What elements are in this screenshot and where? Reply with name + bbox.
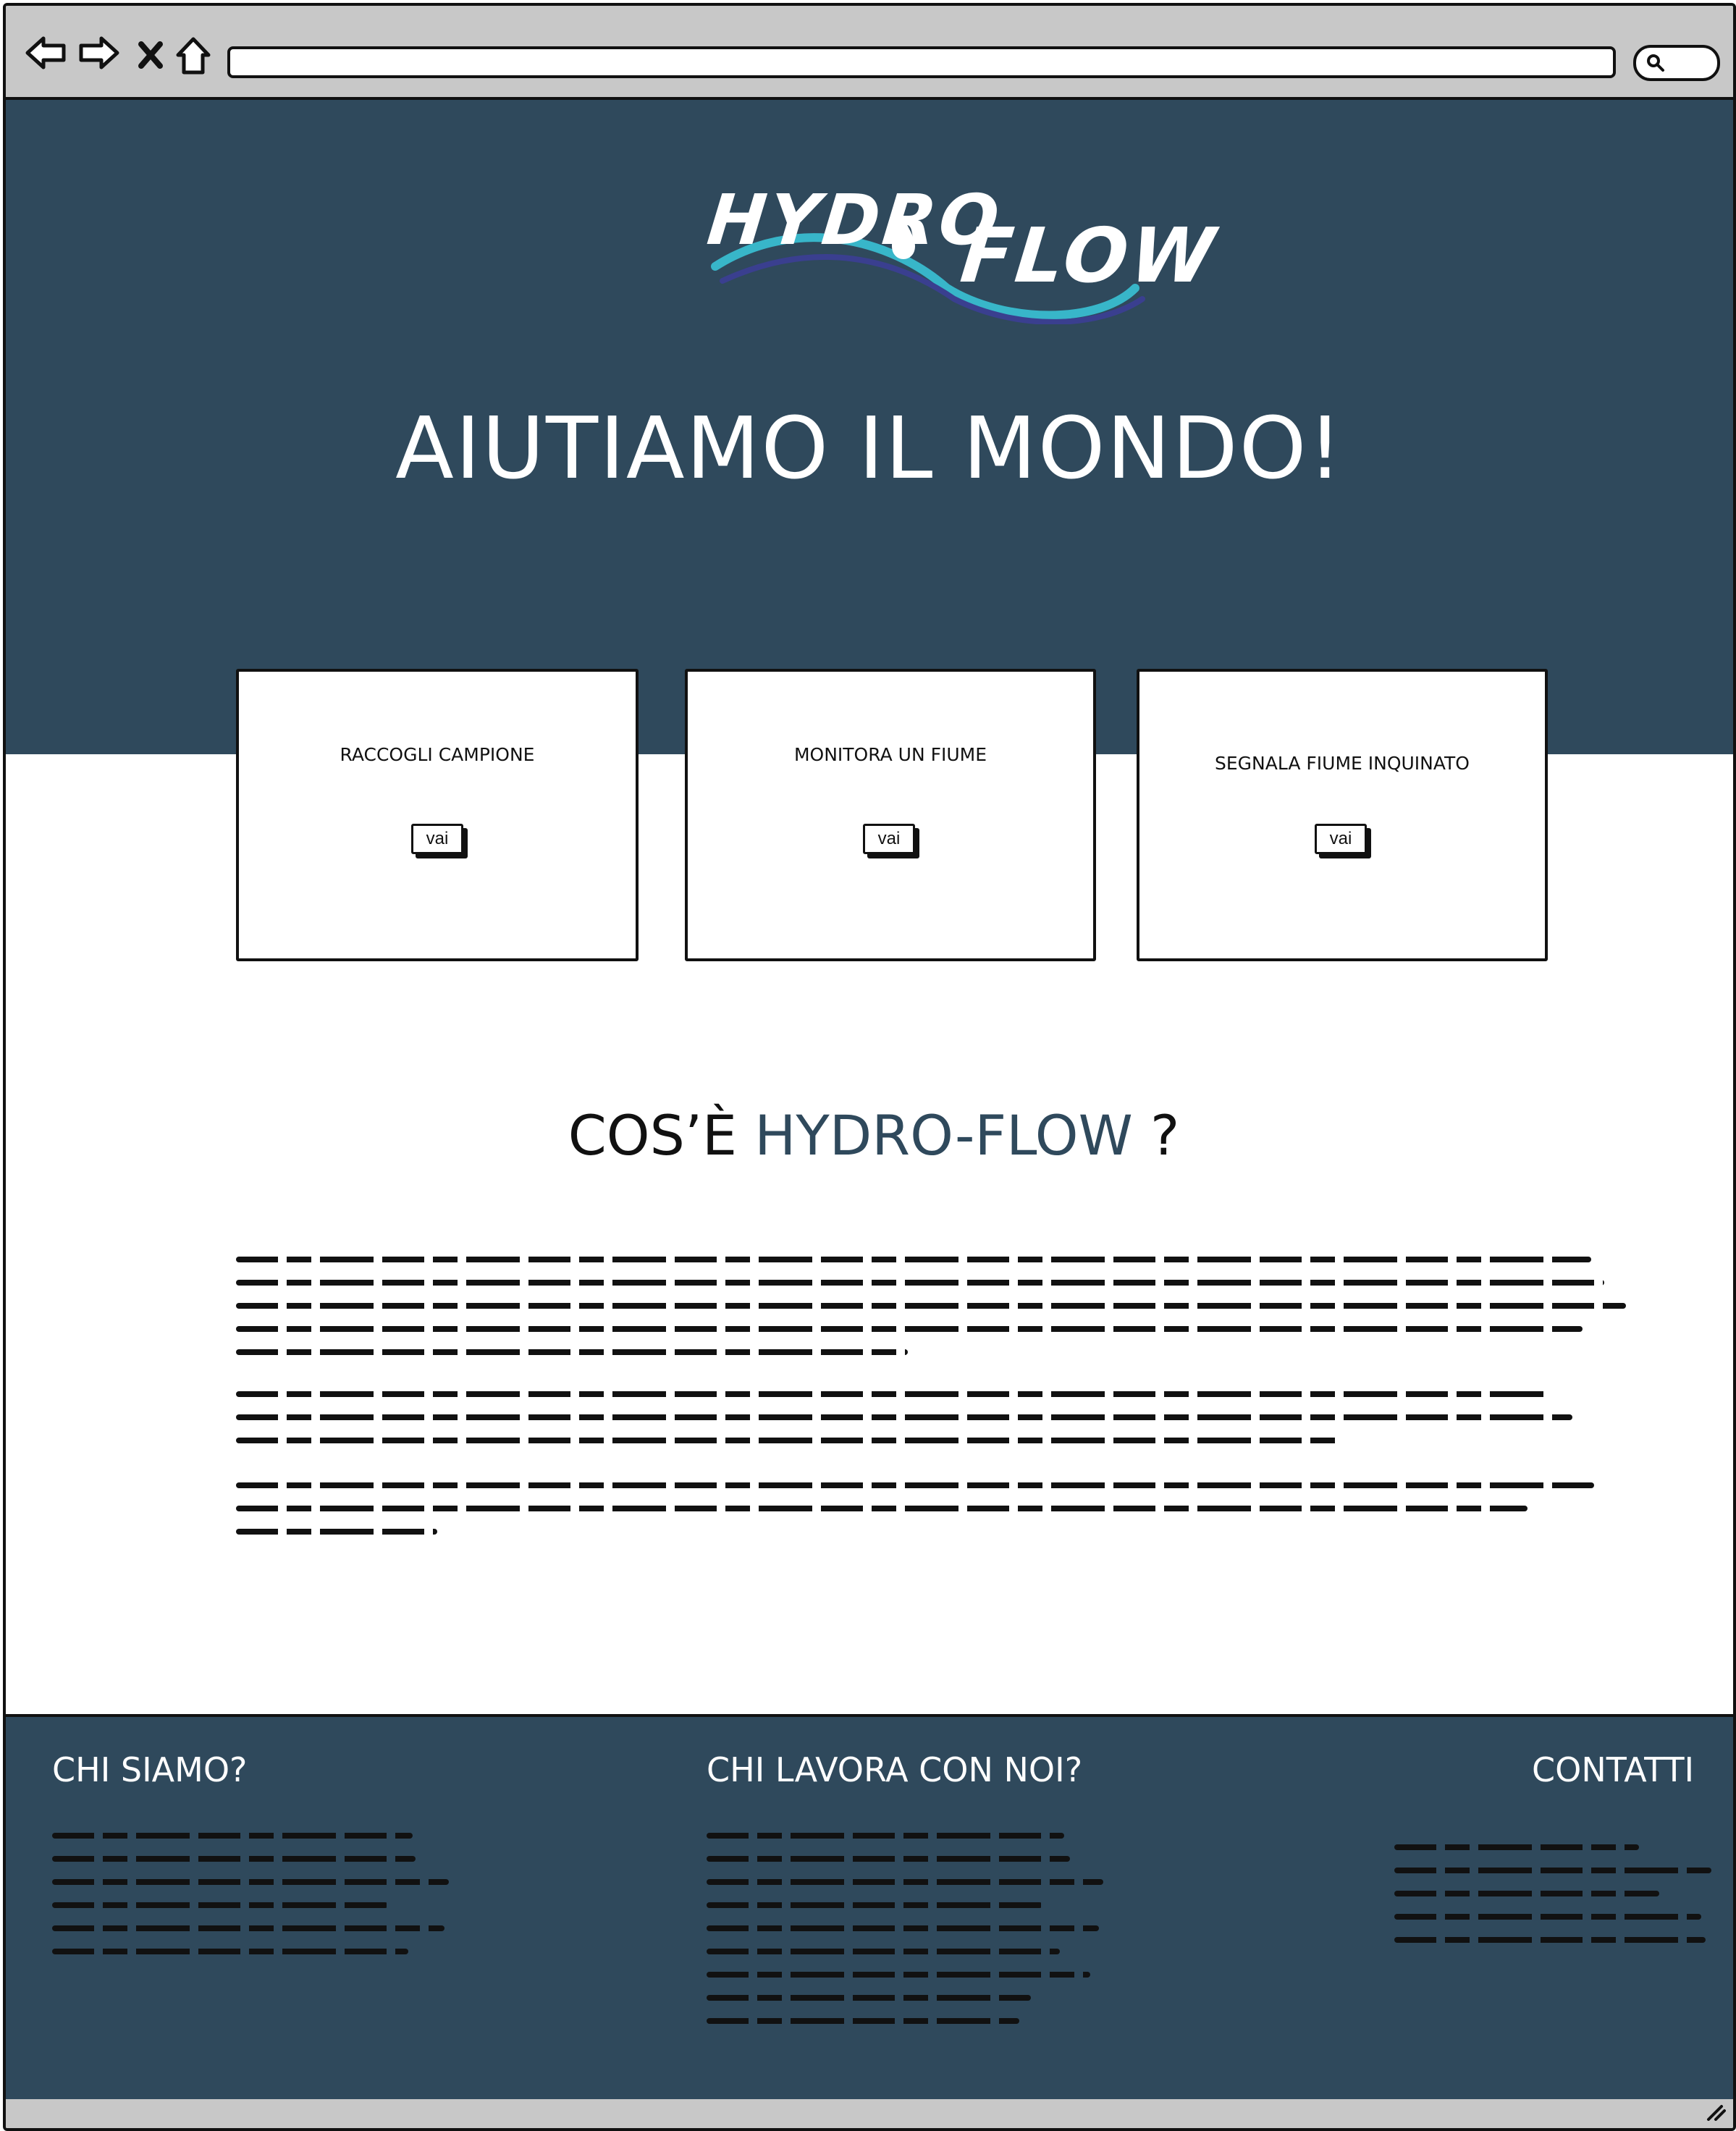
logo-text-hydro: HYDRO: [704, 180, 1006, 261]
about-title-accent: HYDRO-FLOW: [754, 1103, 1133, 1168]
browser-search-button[interactable]: [1633, 45, 1720, 81]
card-monitora-fiume: MONITORA UN FIUME vai: [685, 669, 1096, 961]
card-raccogli-campione: RACCOGLI CAMPIONE vai: [236, 669, 639, 961]
footer-title-contatti[interactable]: CONTATTI: [1532, 1750, 1694, 1789]
hero-title: AIUTIAMO IL MONDO!: [395, 398, 1344, 498]
logo-text-flow: FLOW: [956, 211, 1222, 300]
browser-status-bar: [6, 2099, 1733, 2128]
footer-text-chi-lavora: [707, 1833, 1112, 2043]
vai-button[interactable]: vai: [863, 824, 915, 854]
browser-toolbar: [6, 6, 1733, 100]
footer-title-chi-lavora[interactable]: CHI LAVORA CON NOI?: [707, 1750, 1082, 1789]
card-title: SEGNALA FIUME INQUINATO: [1215, 753, 1470, 774]
search-icon: [1647, 54, 1664, 72]
about-paragraph-1: [236, 1257, 1626, 1358]
footer: CHI SIAMO? CHI LAVORA CON NOI? CONTATTI: [6, 1714, 1733, 2102]
about-paragraph-3: [236, 1482, 1611, 1562]
footer-text-chi-siamo: [52, 1833, 458, 1978]
browser-window: HYDRO FLOW AIUTIAMO IL MONDO! RACCOGLI C…: [3, 3, 1736, 2131]
close-icon[interactable]: [138, 41, 164, 69]
hero-section: HYDRO FLOW AIUTIAMO IL MONDO!: [6, 100, 1733, 754]
about-title-suffix: ?: [1150, 1103, 1180, 1168]
card-segnala-fiume: SEGNALA FIUME INQUINATO vai: [1137, 669, 1548, 961]
footer-title-chi-siamo[interactable]: CHI SIAMO?: [52, 1750, 247, 1789]
card-title: MONITORA UN FIUME: [793, 744, 987, 765]
forward-arrow-icon[interactable]: [78, 35, 120, 71]
about-title: COS’È HYDRO-FLOW ?: [6, 1103, 1733, 1168]
url-input[interactable]: [227, 46, 1616, 78]
card-title: RACCOGLI CAMPIONE: [340, 744, 535, 765]
vai-button[interactable]: vai: [1315, 824, 1367, 854]
hydro-flow-logo[interactable]: HYDRO FLOW: [704, 180, 1221, 324]
about-paragraph-2: [236, 1391, 1611, 1471]
home-icon[interactable]: [175, 36, 211, 75]
back-arrow-icon[interactable]: [25, 35, 67, 71]
about-title-prefix: COS’È: [568, 1103, 738, 1168]
vai-button[interactable]: vai: [411, 824, 463, 854]
resize-handle-icon[interactable]: [1706, 2103, 1726, 2121]
footer-text-contatti: [1394, 1844, 1713, 1953]
